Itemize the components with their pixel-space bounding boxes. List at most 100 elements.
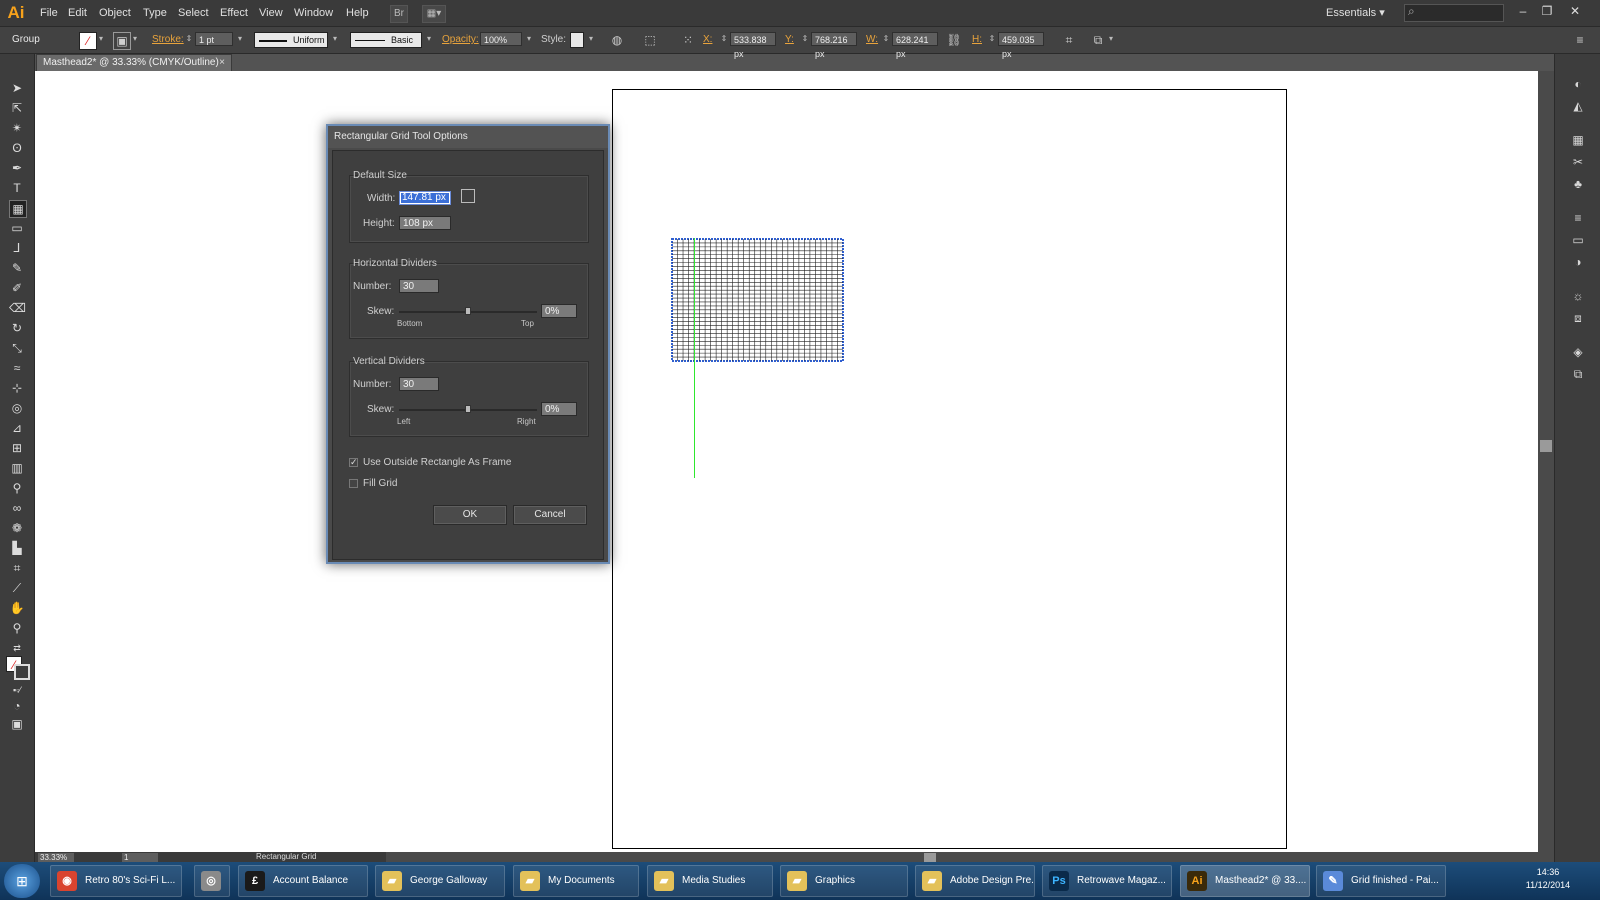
artboard-tool-icon[interactable]: ⌗ <box>9 560 25 576</box>
dialog-title[interactable]: Rectangular Grid Tool Options <box>328 126 608 148</box>
gradient-tool-icon[interactable]: ▥ <box>9 460 25 476</box>
bridge-icon[interactable]: Br <box>390 5 408 23</box>
direct-selection-tool-icon[interactable]: ⇱ <box>9 100 25 116</box>
x-label[interactable]: X: <box>703 27 712 53</box>
x-stepper-icon[interactable]: ⇕ <box>719 32 729 46</box>
taskbar-item[interactable]: ▰ Media Studies <box>647 865 773 897</box>
stroke-profile-select[interactable]: Uniform <box>254 32 328 48</box>
fill-grid-checkbox[interactable] <box>349 479 358 488</box>
pencil-tool-icon[interactable]: ✎ <box>9 260 25 276</box>
menu-select[interactable]: Select <box>178 0 209 26</box>
brushes-icon[interactable]: ✂ <box>1570 154 1586 170</box>
color-guide-icon[interactable]: ◐ <box>1570 76 1586 92</box>
menu-effect[interactable]: Effect <box>220 0 248 26</box>
more-options-dropdown-icon[interactable]: ▾ <box>1106 32 1116 46</box>
document-tab[interactable]: Masthead2* @ 33.33% (CMYK/Outline) × <box>36 54 232 71</box>
magic-wand-tool-icon[interactable]: ✴ <box>9 120 25 136</box>
blob-brush-tool-icon[interactable]: ✐ <box>9 280 25 296</box>
rotate-tool-icon[interactable]: ↻ <box>9 320 25 336</box>
blend-tool-icon[interactable]: ∞ <box>9 500 25 516</box>
lasso-tool-icon[interactable]: ʘ <box>9 140 25 156</box>
vertical-scroll-thumb[interactable] <box>1540 440 1552 452</box>
opacity-label[interactable]: Opacity: <box>442 27 479 53</box>
close-tab-icon[interactable]: × <box>219 55 225 70</box>
stroke-weight-dropdown-icon[interactable]: ▾ <box>235 32 245 46</box>
y-label[interactable]: Y: <box>785 27 794 53</box>
swap-fill-stroke-icon[interactable]: ⇄ <box>9 640 25 656</box>
zoom-tool-icon[interactable]: ⚲ <box>9 620 25 636</box>
taskbar-item[interactable]: ✎ Grid finished - Pai... <box>1316 865 1446 897</box>
transform-icon[interactable]: ⌗ <box>1061 32 1077 48</box>
fill-none-icon[interactable]: ⁄ <box>79 32 97 50</box>
menu-edit[interactable]: Edit <box>68 0 87 26</box>
w-label[interactable]: W: <box>866 27 878 53</box>
status-tool-name[interactable]: Rectangular Grid <box>256 852 316 862</box>
workspace-switcher[interactable]: Essentials ▾ <box>1326 0 1385 26</box>
pen-tool-icon[interactable]: ✒ <box>9 160 25 176</box>
isolate-group-icon[interactable]: ⧉ <box>1090 32 1106 48</box>
taskbar-item[interactable]: £ Account Balance <box>238 865 368 897</box>
style-dropdown-icon[interactable]: ▾ <box>586 32 596 46</box>
color-panel-icon[interactable]: ◭ <box>1570 98 1586 114</box>
use-outside-rect-label[interactable]: Use Outside Rectangle As Frame <box>363 457 511 468</box>
vertical-scrollbar[interactable] <box>1538 71 1554 852</box>
swatches-icon[interactable]: ▦ <box>1570 132 1586 148</box>
x-field[interactable]: 533.838 px <box>730 32 776 59</box>
y-field[interactable]: 768.216 px <box>811 32 857 59</box>
horizontal-scrollbar[interactable] <box>386 852 1554 862</box>
stroke-dropdown-icon[interactable]: ▾ <box>130 32 140 46</box>
stroke-label[interactable]: Stroke: <box>152 27 184 53</box>
stroke-profile-dropdown-icon[interactable]: ▾ <box>330 32 340 46</box>
taskbar-item[interactable]: ◉ Retro 80's Sci-Fi L... <box>50 865 182 897</box>
artboards-icon[interactable]: ⧉ <box>1570 366 1586 382</box>
hand-tool-icon[interactable]: ✋ <box>9 600 25 616</box>
align-to-icon[interactable]: ⬚ <box>642 32 658 48</box>
menu-window[interactable]: Window <box>294 0 333 26</box>
fill-grid-label[interactable]: Fill Grid <box>363 478 397 489</box>
width-field[interactable]: 147.81 px <box>399 191 451 205</box>
menu-view[interactable]: View <box>259 0 283 26</box>
close-window-icon[interactable]: ✕ <box>1566 3 1584 19</box>
transform-reference-icon[interactable]: ⁙ <box>680 32 696 48</box>
opacity-field[interactable]: 100% <box>480 32 522 46</box>
stroke-stepper-icon[interactable]: ⇕ <box>184 32 194 46</box>
artboard-number-field[interactable]: 1 <box>122 853 158 862</box>
mesh-tool-icon[interactable]: ⊞ <box>9 440 25 456</box>
transparency-icon[interactable]: ◑ <box>1570 254 1586 270</box>
constrain-proportions-icon[interactable]: ⛓ <box>946 32 962 48</box>
menu-file[interactable]: File <box>40 0 58 26</box>
menu-object[interactable]: Object <box>99 0 131 26</box>
graphic-styles-icon[interactable]: ⧈ <box>1570 310 1586 326</box>
taskbar-item[interactable]: ◎ <box>194 865 230 897</box>
slice-tool-icon[interactable]: ⟋ <box>9 580 25 596</box>
panel-menu-icon[interactable]: ≡ <box>1572 32 1588 48</box>
draw-mode-icon[interactable]: ◔ <box>9 698 25 714</box>
system-clock[interactable]: 14:36 11/12/2014 <box>1515 866 1581 896</box>
stroke-swatch-icon[interactable]: ▣ <box>113 32 131 50</box>
opacity-dropdown-icon[interactable]: ▾ <box>524 32 534 46</box>
symbols-icon[interactable]: ♣ <box>1570 176 1586 192</box>
reference-point-icon[interactable] <box>461 189 475 203</box>
artboard[interactable] <box>612 89 1287 849</box>
appearance-icon[interactable]: ☼ <box>1570 288 1586 304</box>
vertical-skew-thumb[interactable] <box>465 405 471 413</box>
eraser-tool-icon[interactable]: ⌫ <box>9 300 26 316</box>
horizontal-skew-thumb[interactable] <box>465 307 471 315</box>
menu-type[interactable]: Type <box>143 0 167 26</box>
stroke-weight-field[interactable]: 1 pt <box>195 32 233 46</box>
stroke-color-icon[interactable] <box>14 664 30 680</box>
y-stepper-icon[interactable]: ⇕ <box>800 32 810 46</box>
free-transform-tool-icon[interactable]: ⊹ <box>9 380 25 396</box>
taskbar-item[interactable]: ▰ Adobe Design Pre... <box>915 865 1035 897</box>
perspective-grid-tool-icon[interactable]: ⊿ <box>9 420 25 436</box>
style-swatch[interactable] <box>570 32 584 48</box>
help-search-input[interactable]: ⌕ <box>1404 4 1504 22</box>
brush-dropdown-icon[interactable]: ▾ <box>424 32 434 46</box>
menu-help[interactable]: Help <box>346 0 369 26</box>
scale-tool-icon[interactable]: ⤡ <box>9 340 25 356</box>
taskbar-item[interactable]: ▰ My Documents <box>513 865 639 897</box>
shape-builder-tool-icon[interactable]: ◎ <box>9 400 25 416</box>
h-stepper-icon[interactable]: ⇕ <box>987 32 997 46</box>
paintbrush-tool-icon[interactable]: ⅃ <box>9 240 25 256</box>
type-tool-icon[interactable]: T <box>9 180 25 196</box>
